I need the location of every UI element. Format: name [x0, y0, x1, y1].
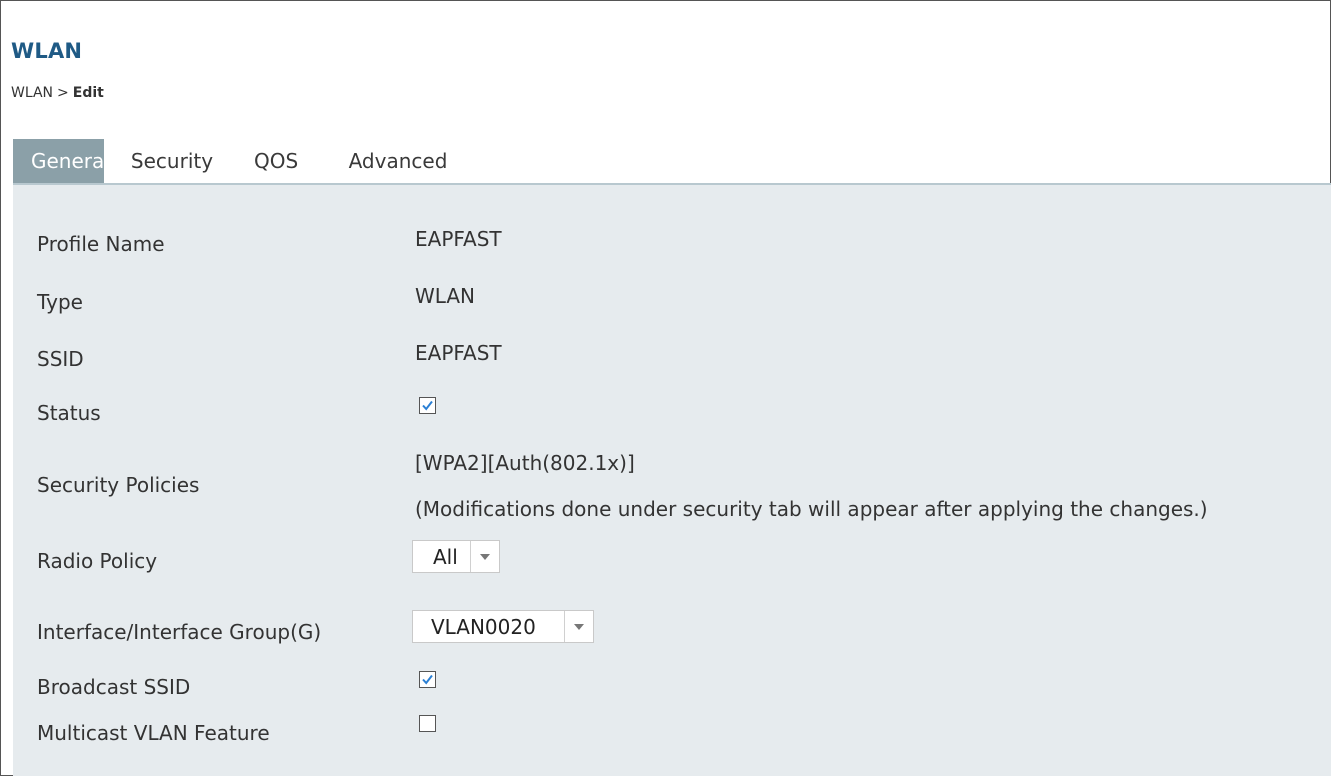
page-title: WLAN	[11, 39, 83, 63]
tab-bar: General Security QOS Advanced	[13, 139, 472, 183]
ssid-value: EAPFAST	[415, 341, 502, 365]
breadcrumb-current: Edit	[72, 85, 104, 101]
status-checkbox[interactable]	[419, 397, 436, 414]
radio-policy-label: Radio Policy	[37, 549, 158, 573]
breadcrumb: WLAN > Edit	[11, 85, 104, 101]
multicast-vlan-label: Multicast VLAN Feature	[37, 721, 270, 745]
tab-general[interactable]: General	[13, 139, 110, 183]
interface-label: Interface/Interface Group(G)	[37, 620, 322, 644]
tab-qos[interactable]: QOS	[240, 139, 324, 183]
interface-selected: VLAN0020	[431, 614, 536, 639]
security-policies-value: [WPA2][Auth(802.1x)]	[415, 451, 635, 475]
radio-policy-select[interactable]: All	[412, 540, 500, 573]
multicast-vlan-checkbox[interactable]	[419, 715, 436, 732]
type-label: Type	[37, 290, 83, 314]
security-policies-note: (Modifications done under security tab w…	[415, 497, 1208, 521]
tab-security[interactable]: Security	[104, 139, 240, 183]
chevron-down-icon	[564, 611, 593, 642]
wlan-edit-window: WLAN WLAN > Edit General Security QOS Adva…	[0, 0, 1331, 776]
tab-advanced[interactable]: Advanced	[324, 139, 472, 183]
chevron-down-icon	[470, 541, 499, 572]
checkmark-icon	[422, 400, 433, 411]
security-policies-label: Security Policies	[37, 473, 200, 497]
breadcrumb-separator: >	[57, 85, 69, 101]
type-value: WLAN	[415, 284, 476, 308]
broadcast-ssid-checkbox[interactable]	[419, 671, 436, 688]
general-panel: Profile Name EAPFAST Type WLAN SSID EAPF…	[13, 185, 1331, 776]
checkmark-icon	[422, 674, 433, 685]
interface-select[interactable]: VLAN0020	[412, 610, 594, 643]
ssid-label: SSID	[37, 347, 84, 371]
profile-name-value: EAPFAST	[415, 227, 502, 251]
status-label: Status	[37, 401, 101, 425]
radio-policy-selected: All	[433, 544, 458, 569]
profile-name-label: Profile Name	[37, 232, 165, 256]
broadcast-ssid-label: Broadcast SSID	[37, 675, 191, 699]
breadcrumb-parent[interactable]: WLAN	[11, 85, 53, 101]
